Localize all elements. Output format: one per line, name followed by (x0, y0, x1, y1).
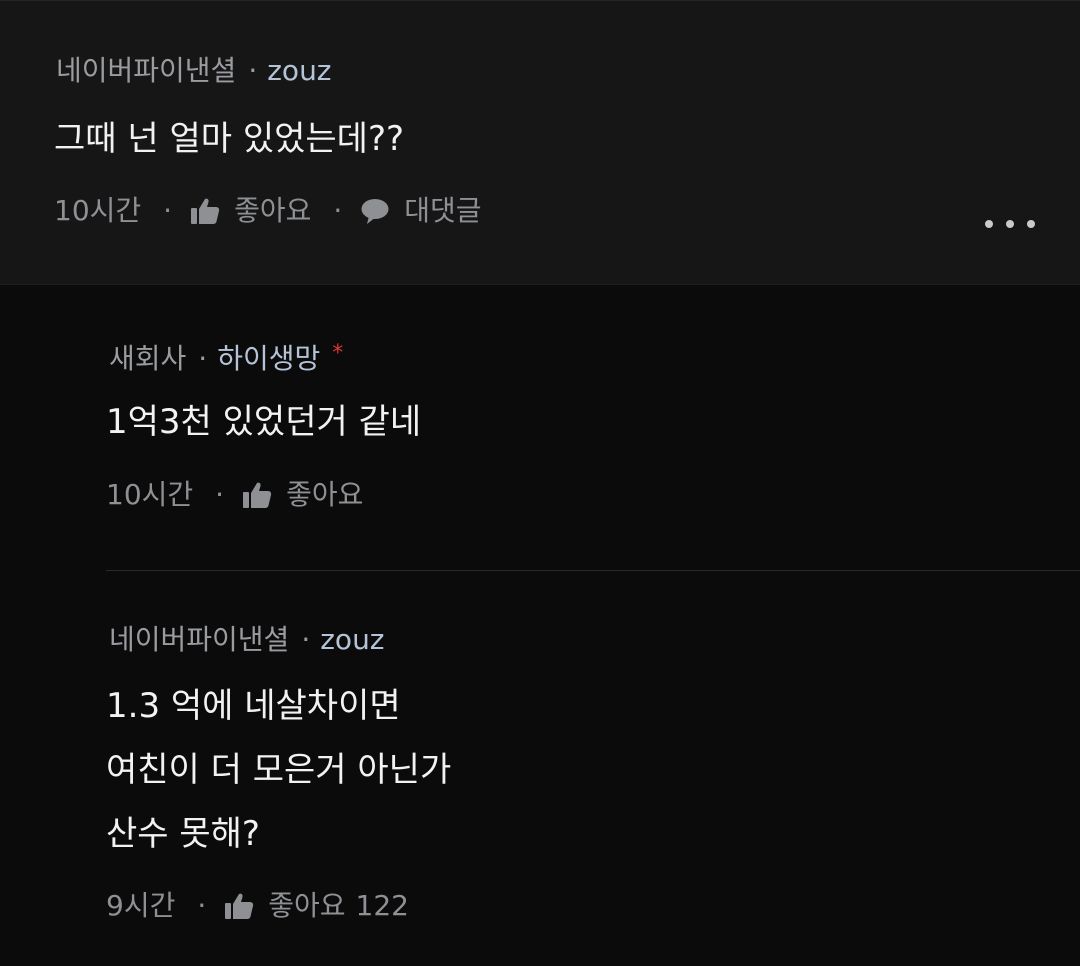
comment-line: 여친이 더 모은거 아닌가 (106, 750, 452, 790)
comment-thread: 네이버파이낸셜 · zouz 그때 넌 얼마 있었는데?? 10시간 · 좋아요 · (0, 0, 1080, 966)
comment-line: 1억3천 있었던거 같네 (106, 402, 422, 442)
separator-dot: · (215, 478, 225, 511)
like-label: 좋아요 (234, 194, 312, 227)
reply-label: 대댓글 (404, 194, 482, 227)
thumbs-up-icon (225, 893, 254, 919)
separator-dot: · (248, 54, 258, 87)
more-horizontal-icon-dot (985, 220, 993, 228)
like-button[interactable]: 좋아요 (242, 477, 363, 513)
like-button[interactable]: 좋아요 (190, 193, 311, 229)
comment-text: 그때 넌 얼마 있었는데?? (54, 107, 404, 171)
comment-line: 그때 넌 얼마 있었는데?? (54, 119, 405, 159)
speech-bubble-icon (361, 199, 389, 224)
separator-dot: · (333, 194, 343, 227)
comment-time: 10시간 (54, 194, 142, 227)
company-label: 네이버파이낸셜 (109, 623, 290, 656)
reply-divider (106, 570, 1080, 571)
author-nickname[interactable]: zouz (267, 54, 331, 87)
comment-time: 10시간 (106, 478, 194, 511)
more-horizontal-icon-dot (1027, 220, 1035, 228)
thumbs-up-icon (191, 198, 220, 224)
separator-dot: · (198, 342, 208, 375)
comment-line: 산수 못해? (106, 814, 260, 854)
comment-actions: 10시간 · 좋아요 · 대댓글 (54, 193, 482, 229)
comment-author: 새회사 · 하이생망 * (109, 336, 343, 377)
like-label: 좋아요 (286, 478, 364, 511)
comment-text: 1억3천 있었던거 같네 (106, 390, 421, 454)
comment-actions: 9시간 · 좋아요 122 (106, 888, 409, 924)
like-label: 좋아요 (268, 889, 346, 922)
company-label: 새회사 (109, 342, 187, 375)
separator-dot: · (197, 889, 207, 922)
parent-comment: 네이버파이낸셜 · zouz 그때 넌 얼마 있었는데?? 10시간 · 좋아요 · (0, 0, 1080, 285)
company-label: 네이버파이낸셜 (56, 54, 237, 87)
separator-dot: · (301, 623, 311, 656)
comment-actions: 10시간 · 좋아요 (106, 477, 363, 513)
author-badge: * (332, 341, 344, 366)
comment-time: 9시간 (106, 889, 176, 922)
like-count: 122 (355, 889, 409, 922)
more-horizontal-icon-dot (1006, 220, 1014, 228)
comment-text: 1.3 억에 네살차이면 여친이 더 모은거 아닌가 산수 못해? (106, 674, 451, 866)
comment-line: 1.3 억에 네살차이면 (106, 686, 401, 726)
author-nickname[interactable]: 하이생망 (217, 342, 320, 375)
author-nickname[interactable]: zouz (320, 623, 384, 656)
comment-author: 네이버파이낸셜 · zouz (56, 53, 332, 89)
thumbs-up-icon (243, 482, 272, 508)
comment-author: 네이버파이낸셜 · zouz (109, 622, 385, 658)
more-options-button[interactable] (985, 211, 1035, 237)
reply-button[interactable]: 대댓글 (360, 193, 482, 229)
like-button[interactable]: 좋아요 122 (224, 888, 409, 924)
separator-dot: · (163, 194, 173, 227)
